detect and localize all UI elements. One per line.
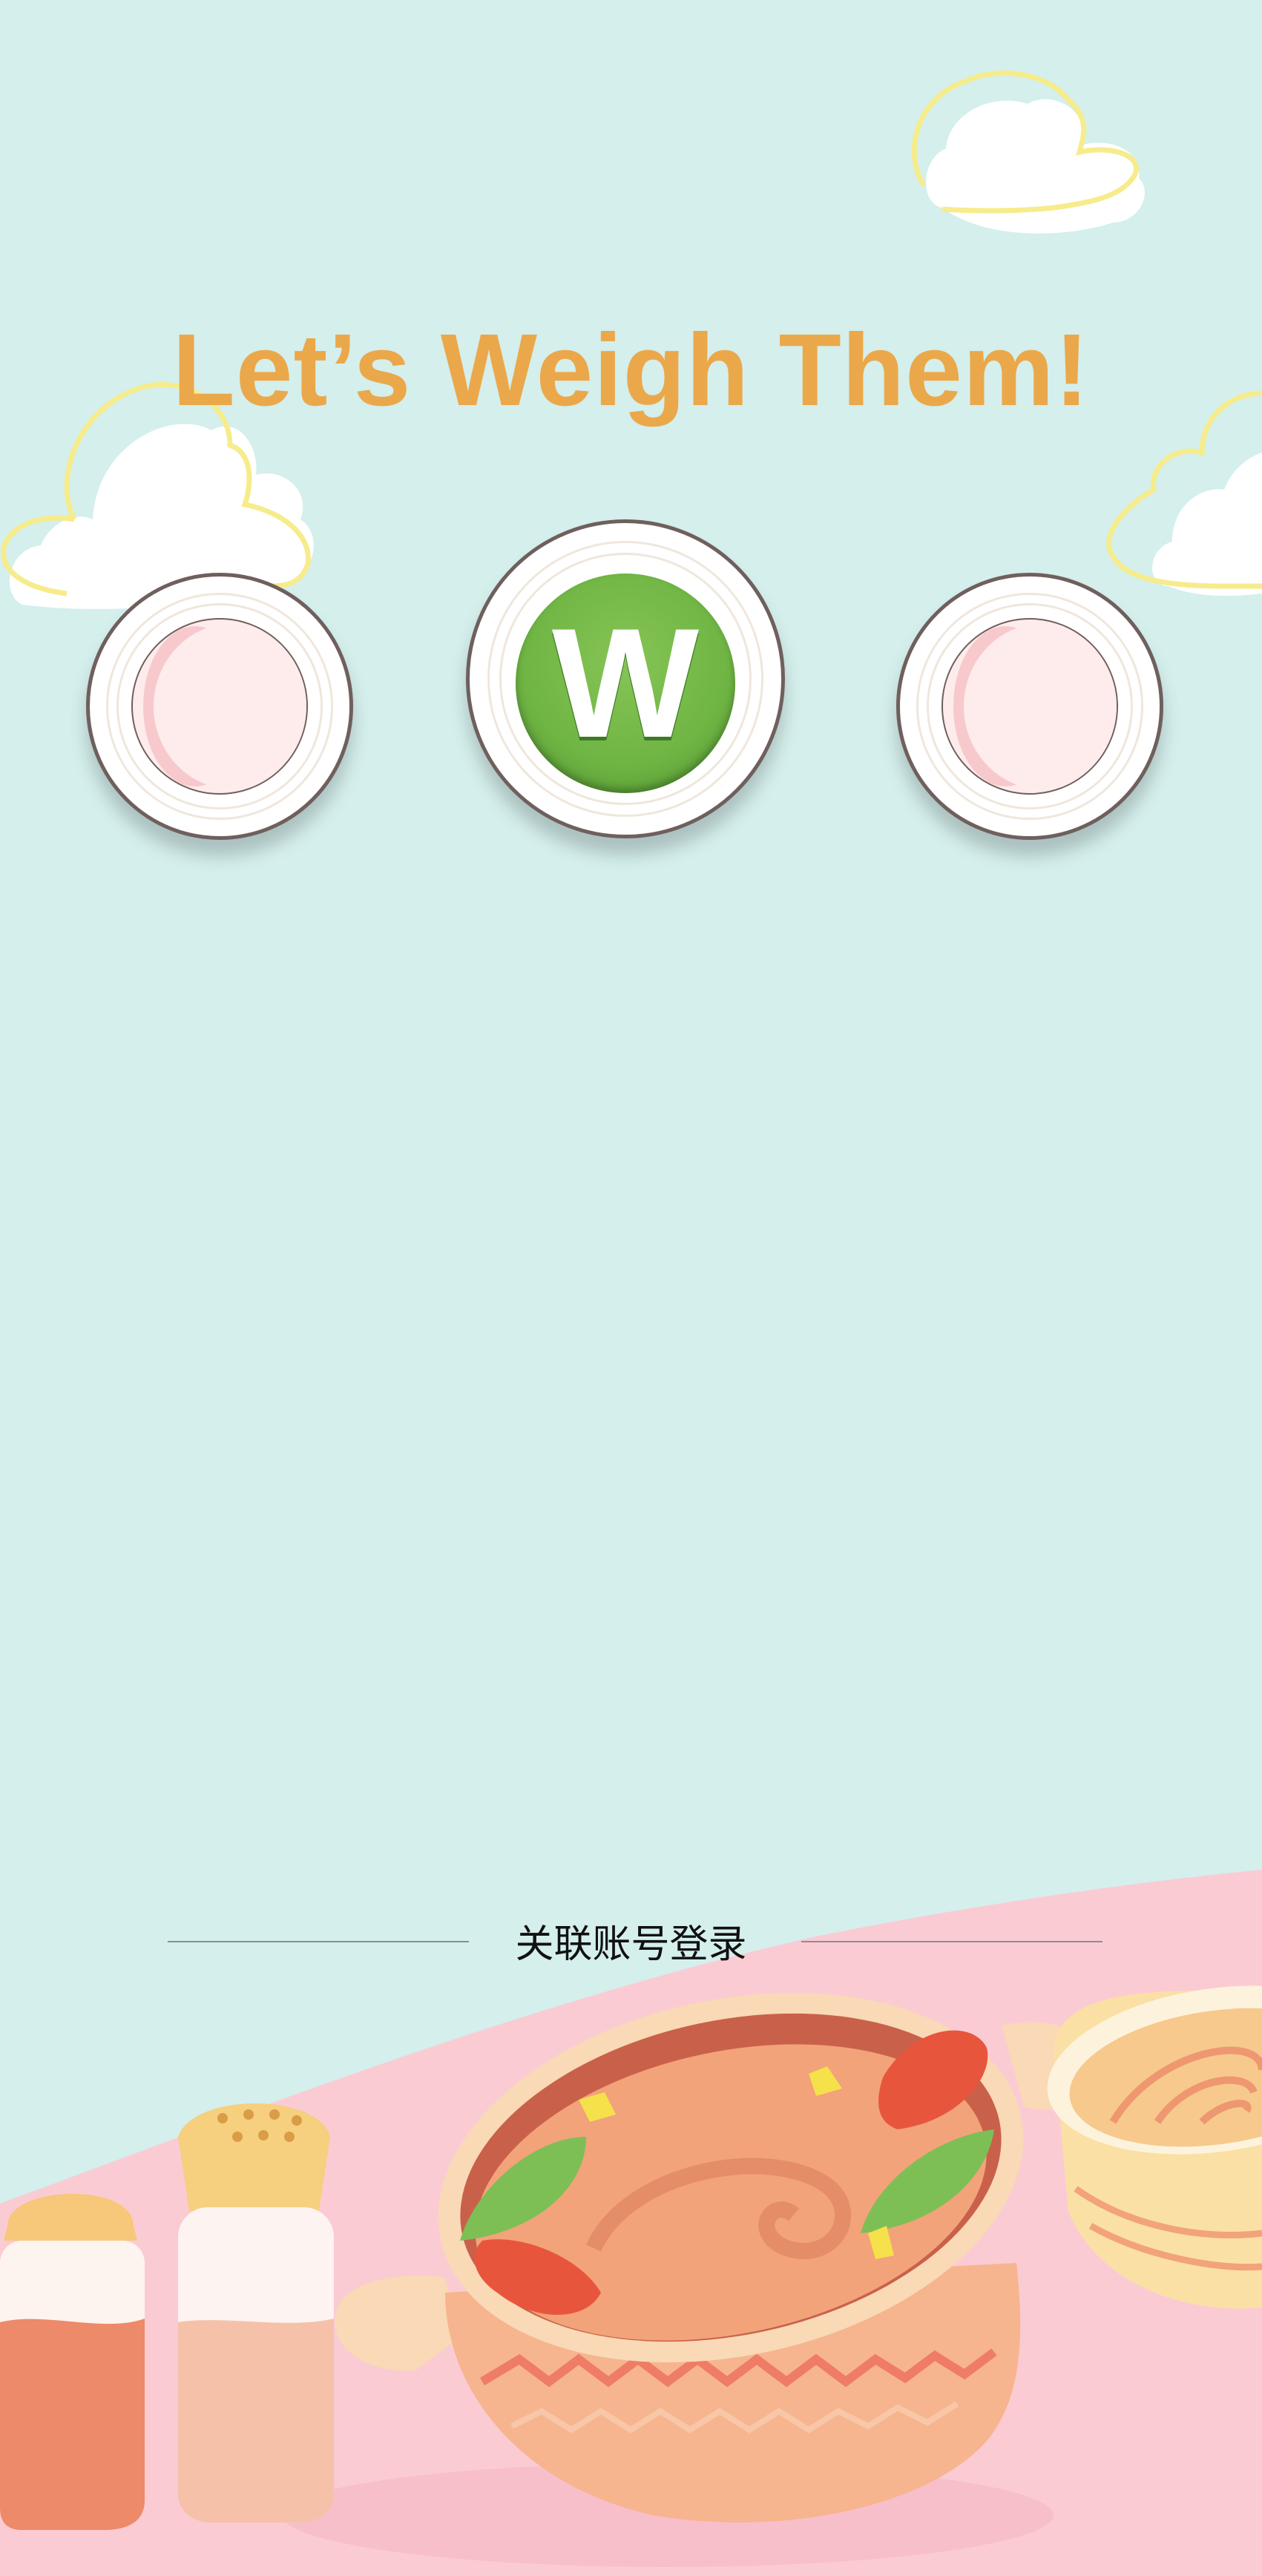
food-illustration (0, 1870, 1262, 2576)
divider-right (801, 1941, 1102, 1942)
bottle-icon (0, 2193, 145, 2530)
salt-shaker-icon (178, 2103, 334, 2523)
